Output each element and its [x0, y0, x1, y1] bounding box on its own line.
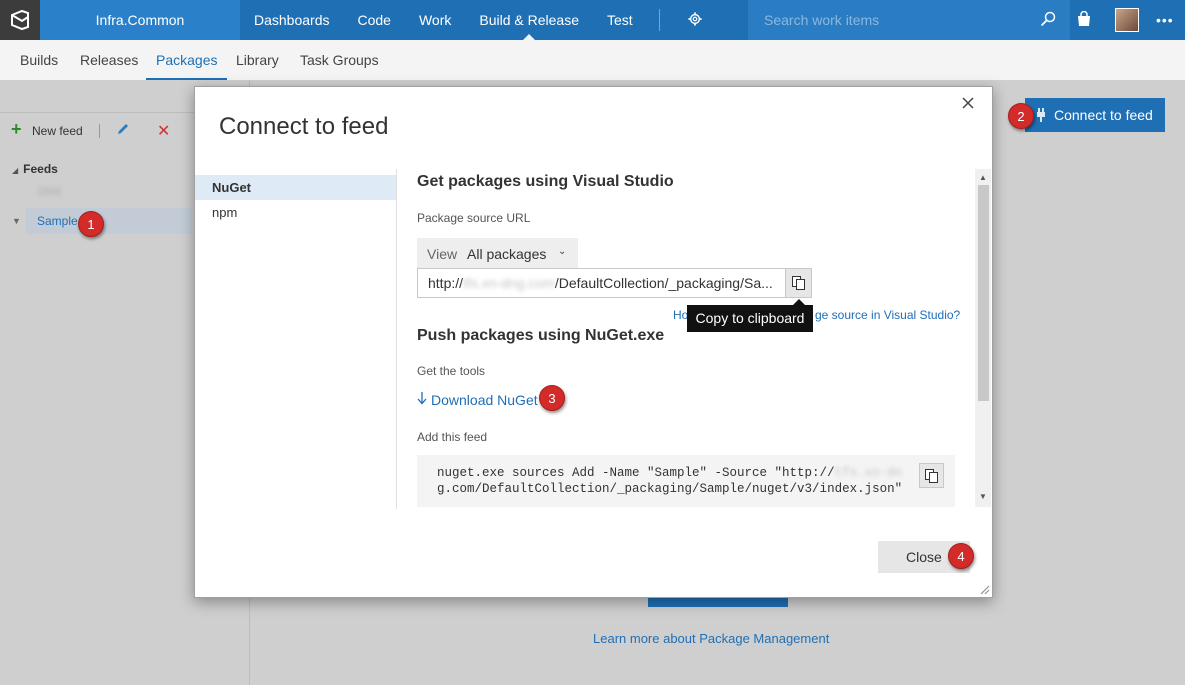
nav-item-nuget[interactable]: NuGet — [195, 175, 396, 200]
vsts-logo-icon — [11, 9, 29, 31]
new-feed-button[interactable]: New feed — [32, 124, 83, 138]
copy-command-button[interactable] — [919, 463, 944, 488]
connect-to-feed-label: Connect to feed — [1054, 107, 1153, 123]
vsts-logo[interactable] — [0, 0, 40, 40]
chevron-down-icon: ⌄ — [558, 246, 567, 257]
search-input[interactable] — [748, 0, 1028, 40]
copy-icon — [792, 276, 805, 290]
download-nuget-link[interactable]: Download NuGet — [417, 391, 538, 408]
scrollbar-thumb[interactable] — [978, 185, 989, 401]
copy-url-button[interactable] — [785, 268, 812, 298]
expand-triangle-icon[interactable]: ▼ — [12, 216, 21, 226]
settings-button[interactable] — [672, 0, 720, 40]
top-nav-bar: Infra.Common Dashboards Code Work Build … — [0, 0, 1185, 40]
close-icon[interactable] — [960, 95, 976, 111]
search-icon[interactable] — [1040, 11, 1056, 27]
learn-more-link[interactable]: Learn more about Package Management — [593, 631, 829, 646]
connect-to-feed-button[interactable]: Connect to feed — [1025, 98, 1165, 132]
url-prefix: http:// — [428, 275, 464, 291]
nav-item-npm[interactable]: npm — [195, 200, 396, 225]
nav-dashboards[interactable]: Dashboards — [240, 0, 344, 40]
command-line-1: nuget.exe sources Add -Name "Sample" -So… — [437, 466, 835, 480]
view-dropdown[interactable]: View All packages ⌄ — [417, 238, 578, 269]
delete-x-icon[interactable]: ✕ — [157, 121, 170, 141]
collapse-triangle-icon: ◢ — [12, 166, 19, 175]
command-code-block[interactable]: nuget.exe sources Add -Name "Sample" -So… — [417, 455, 955, 507]
download-arrow-icon — [417, 392, 427, 405]
feed-item-label: Sample — [37, 214, 78, 228]
nav-divider — [658, 9, 660, 31]
marketplace-bag-icon[interactable] — [1076, 11, 1092, 27]
nav-build-release[interactable]: Build & Release — [465, 0, 593, 40]
plug-icon — [1037, 108, 1045, 122]
tab-library[interactable]: Library — [236, 40, 279, 80]
command-host-blurred: tfs.xn-dn — [834, 466, 903, 480]
feed-item-blurred[interactable]: DNS — [38, 186, 61, 198]
main-nav: Dashboards Code Work Build & Release Tes… — [240, 0, 720, 40]
view-label: View — [427, 246, 458, 262]
more-options-icon[interactable]: ••• — [1156, 13, 1174, 27]
howto-link-end[interactable]: ge source in Visual Studio? — [815, 308, 960, 322]
nav-test[interactable]: Test — [593, 0, 647, 40]
nav-code[interactable]: Code — [344, 0, 405, 40]
add-feed-label: Add this feed — [417, 430, 488, 444]
package-source-url-field[interactable]: http://tfs.xn-dng.com/DefaultCollection/… — [417, 268, 786, 298]
tab-builds[interactable]: Builds — [20, 40, 58, 80]
nav-work[interactable]: Work — [405, 0, 465, 40]
edit-pencil-icon[interactable] — [116, 122, 130, 136]
package-type-nav: NuGet npm — [195, 169, 397, 509]
command-line-2: g.com/DefaultCollection/_packaging/Sampl… — [437, 482, 903, 496]
tab-task-groups[interactable]: Task Groups — [300, 40, 379, 80]
howto-link-start[interactable]: Ho — [673, 308, 687, 322]
annotation-badge-3: 3 — [539, 385, 565, 411]
project-name[interactable]: Infra.Common — [40, 0, 240, 40]
resize-grip-icon[interactable] — [980, 585, 990, 595]
package-source-url-label: Package source URL — [417, 211, 531, 225]
download-nuget-label: Download NuGet — [431, 392, 538, 408]
scroll-up-arrow-icon[interactable]: ▲ — [979, 173, 987, 182]
toolbar-divider — [99, 124, 100, 138]
dialog-title: Connect to feed — [219, 113, 389, 140]
annotation-badge-1: 1 — [78, 211, 104, 237]
feed-item-sample[interactable]: Sample — [26, 208, 192, 234]
get-tools-label: Get the tools — [417, 364, 486, 378]
view-value: All packages — [467, 246, 547, 262]
copy-icon — [925, 469, 938, 483]
connect-to-feed-dialog: Connect to feed NuGet npm Get packages u… — [194, 86, 993, 598]
annotation-badge-4: 4 — [948, 543, 974, 569]
url-suffix: /DefaultCollection/_packaging/Sa... — [554, 275, 773, 291]
tab-packages[interactable]: Packages — [146, 40, 228, 80]
gear-icon — [688, 12, 702, 26]
feeds-header[interactable]: ◢ Feeds — [12, 162, 58, 176]
sub-nav-bar: Builds Releases Packages Library Task Gr… — [0, 40, 1185, 80]
user-avatar[interactable] — [1115, 8, 1139, 32]
annotation-badge-2: 2 — [1008, 103, 1034, 129]
scroll-down-arrow-icon[interactable]: ▼ — [979, 492, 987, 501]
url-host-blurred: tfs.xn-dng.com — [463, 275, 555, 291]
tab-releases[interactable]: Releases — [80, 40, 138, 80]
search-box — [748, 0, 1070, 40]
vs-heading: Get packages using Visual Studio — [417, 173, 674, 190]
copy-tooltip: Copy to clipboard — [687, 299, 813, 332]
dialog-content: Get packages using Visual Studio Package… — [398, 169, 993, 507]
push-heading: Push packages using NuGet.exe — [417, 327, 665, 344]
plus-icon[interactable]: + — [11, 120, 22, 138]
feeds-header-label: Feeds — [23, 162, 58, 176]
